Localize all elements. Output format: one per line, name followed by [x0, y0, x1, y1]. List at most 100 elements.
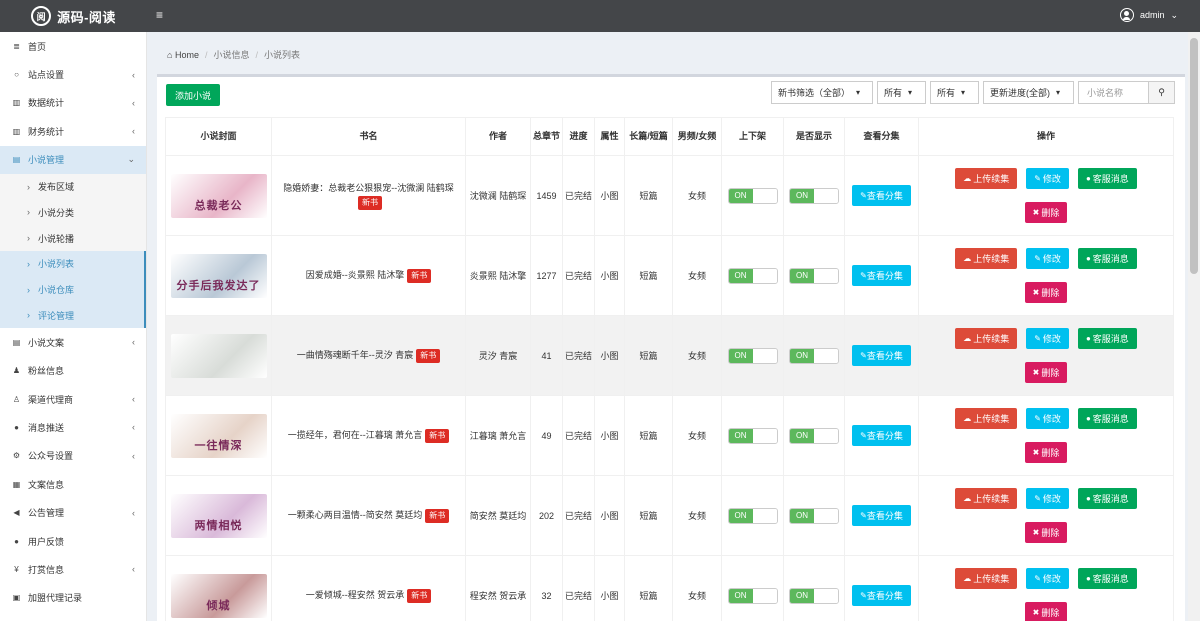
visible-toggle[interactable]: ON	[789, 427, 839, 444]
delete-button[interactable]: ✖ 删除	[1024, 362, 1068, 383]
sidebar-subitem-novel-warehouse[interactable]: › 小说仓库	[0, 276, 146, 303]
filter-select-2[interactable]: 所有 ▾	[877, 81, 926, 104]
home-icon: ⌂	[167, 49, 173, 60]
caret-down-icon: ▾	[961, 88, 966, 97]
chevron-left-icon: ‹	[132, 507, 135, 518]
cloud-upload-icon: ☁	[963, 253, 972, 263]
novel-cover-image[interactable]	[170, 333, 267, 378]
sidebar-item-data-stats[interactable]: ▥ 数据统计 ‹	[0, 89, 146, 117]
edit-button[interactable]: ✎ 修改	[1026, 488, 1069, 509]
customer-message-button[interactable]: ● 客服消息	[1077, 568, 1137, 589]
sidebar-item-copy-info[interactable]: ▦ 文案信息	[0, 470, 146, 498]
actions-cell: ☁ 上传续集 ✎ 修改 ● 客服消息 ✖ 删除	[918, 395, 1174, 476]
app-logo[interactable]: 阅 源码-阅读	[0, 0, 147, 32]
toggle-on-label: ON	[790, 348, 814, 363]
sidebar-item-novel-management[interactable]: ▤ 小说管理 ⌄	[0, 145, 146, 174]
sidebar-item-site-settings[interactable]: ○ 站点设置 ‹	[0, 60, 146, 88]
listing-toggle[interactable]: ON	[727, 267, 778, 284]
close-icon: ✖	[1032, 367, 1040, 377]
new-book-filter-select[interactable]: 新书筛选（全部） ▾	[771, 81, 873, 104]
cover-cell	[165, 315, 272, 396]
chevron-left-icon: ‹	[132, 394, 135, 405]
close-icon: ✖	[1032, 287, 1040, 297]
sidebar-item-franchise-records[interactable]: ▣ 加盟代理记录	[0, 584, 146, 612]
length-cell: 短篇	[624, 155, 673, 236]
view-episodes-button[interactable]: ✎ 查看分集	[852, 505, 911, 526]
customer-message-button[interactable]: ● 客服消息	[1077, 168, 1137, 189]
visible-toggle[interactable]: ON	[789, 587, 839, 604]
upload-sequel-button[interactable]: ☁ 上传续集	[955, 248, 1018, 269]
view-episodes-button[interactable]: ✎ 查看分集	[852, 185, 911, 206]
novel-cover-image[interactable]: 一往情深	[170, 413, 267, 458]
customer-message-button[interactable]: ● 客服消息	[1077, 488, 1137, 509]
upload-sequel-button[interactable]: ☁ 上传续集	[955, 488, 1018, 509]
sidebar-item-feedback[interactable]: ● 用户反馈	[0, 527, 146, 555]
hamburger-menu-icon[interactable]: ≡	[156, 8, 163, 22]
upload-sequel-button[interactable]: ☁ 上传续集	[955, 408, 1018, 429]
sidebar-item-novel-copy[interactable]: ▤ 小说文案 ‹	[0, 328, 146, 356]
customer-message-button[interactable]: ● 客服消息	[1077, 328, 1137, 349]
novel-cover-image[interactable]: 总裁老公	[170, 173, 267, 218]
select-value: 所有	[884, 88, 903, 98]
breadcrumb-novel-info[interactable]: 小说信息	[213, 48, 249, 61]
page-scrollbar[interactable]	[1188, 32, 1200, 621]
visible-toggle[interactable]: ON	[789, 267, 839, 284]
search-icon: ⚲	[1158, 87, 1165, 97]
listing-toggle[interactable]: ON	[727, 507, 778, 524]
novel-name-search-input[interactable]: 小说名称	[1078, 81, 1149, 104]
sidebar-subitem-novel-list[interactable]: › 小说列表	[0, 251, 146, 277]
visible-cell: ON	[783, 155, 845, 236]
view-episodes-button[interactable]: ✎ 查看分集	[852, 265, 911, 286]
sidebar-item-fans[interactable]: ♟ 粉丝信息	[0, 356, 146, 384]
update-progress-select[interactable]: 更新进度(全部) ▾	[983, 81, 1074, 104]
scrollbar-thumb[interactable]	[1190, 38, 1198, 274]
listing-toggle[interactable]: ON	[727, 587, 778, 604]
novel-cover-image[interactable]: 分手后我发达了	[170, 253, 267, 298]
novel-cover-image[interactable]: 两情相悦	[170, 493, 267, 538]
edit-button[interactable]: ✎ 修改	[1026, 568, 1069, 589]
sidebar-subitem-novel-category[interactable]: › 小说分类	[0, 199, 146, 226]
listing-toggle[interactable]: ON	[727, 347, 778, 364]
sidebar-item-wechat-settings[interactable]: ⚙ 公众号设置 ‹	[0, 442, 146, 470]
novel-cover-image[interactable]: 倾城	[170, 573, 267, 618]
sidebar-subitem-comment-management[interactable]: › 评论管理	[0, 302, 146, 329]
edit-button[interactable]: ✎ 修改	[1026, 168, 1069, 189]
customer-message-button[interactable]: ● 客服消息	[1077, 248, 1137, 269]
search-button[interactable]: ⚲	[1149, 81, 1175, 104]
listing-toggle[interactable]: ON	[727, 187, 778, 204]
delete-button[interactable]: ✖ 删除	[1024, 442, 1068, 463]
button-label: 删除	[1041, 207, 1060, 218]
edit-button[interactable]: ✎ 修改	[1026, 328, 1069, 349]
sidebar-item-home[interactable]: ≣ 首页	[0, 32, 146, 60]
add-novel-button[interactable]: 添加小说	[166, 84, 221, 106]
listing-toggle[interactable]: ON	[727, 427, 778, 444]
customer-message-button[interactable]: ● 客服消息	[1077, 408, 1137, 429]
view-episodes-button[interactable]: ✎ 查看分集	[852, 425, 911, 446]
upload-sequel-button[interactable]: ☁ 上传续集	[955, 328, 1018, 349]
edit-button[interactable]: ✎ 修改	[1026, 248, 1069, 269]
sidebar-item-push-messages[interactable]: ● 消息推送 ‹	[0, 413, 146, 441]
user-menu[interactable]: admin ⌄	[1119, 8, 1178, 22]
sidebar-subitem-novel-carousel[interactable]: › 小说轮播	[0, 225, 146, 252]
filter-select-3[interactable]: 所有 ▾	[930, 81, 979, 104]
view-episodes-button[interactable]: ✎ 查看分集	[852, 585, 911, 606]
upload-sequel-button[interactable]: ☁ 上传续集	[955, 568, 1018, 589]
sidebar-item-channel-agents[interactable]: ♙ 渠道代理商 ‹	[0, 385, 146, 413]
button-label: 客服消息	[1092, 173, 1129, 184]
visible-toggle[interactable]: ON	[789, 507, 839, 524]
sidebar-subitem-publish-region[interactable]: › 发布区域	[0, 173, 146, 200]
sidebar-item-announcements[interactable]: ◀ 公告管理 ‹	[0, 498, 146, 526]
breadcrumb-home[interactable]: ⌂ Home	[167, 50, 199, 60]
view-episodes-button[interactable]: ✎ 查看分集	[852, 345, 911, 366]
sidebar-item-finance-stats[interactable]: ▥ 财务统计 ‹	[0, 117, 146, 145]
delete-button[interactable]: ✖ 删除	[1024, 522, 1068, 543]
sidebar-item-rewards[interactable]: ¥ 打赏信息 ‹	[0, 555, 146, 583]
delete-button[interactable]: ✖ 删除	[1024, 282, 1068, 303]
visible-toggle[interactable]: ON	[789, 187, 839, 204]
visible-toggle[interactable]: ON	[789, 347, 839, 364]
table-row: 一曲情殇魂断千年--灵汐 青宸 新书 灵汐 青宸 41 已完结 小图 短篇 女频 …	[165, 315, 1174, 396]
upload-sequel-button[interactable]: ☁ 上传续集	[955, 168, 1018, 189]
delete-button[interactable]: ✖ 删除	[1024, 602, 1068, 621]
delete-button[interactable]: ✖ 删除	[1024, 202, 1068, 223]
edit-button[interactable]: ✎ 修改	[1026, 408, 1069, 429]
